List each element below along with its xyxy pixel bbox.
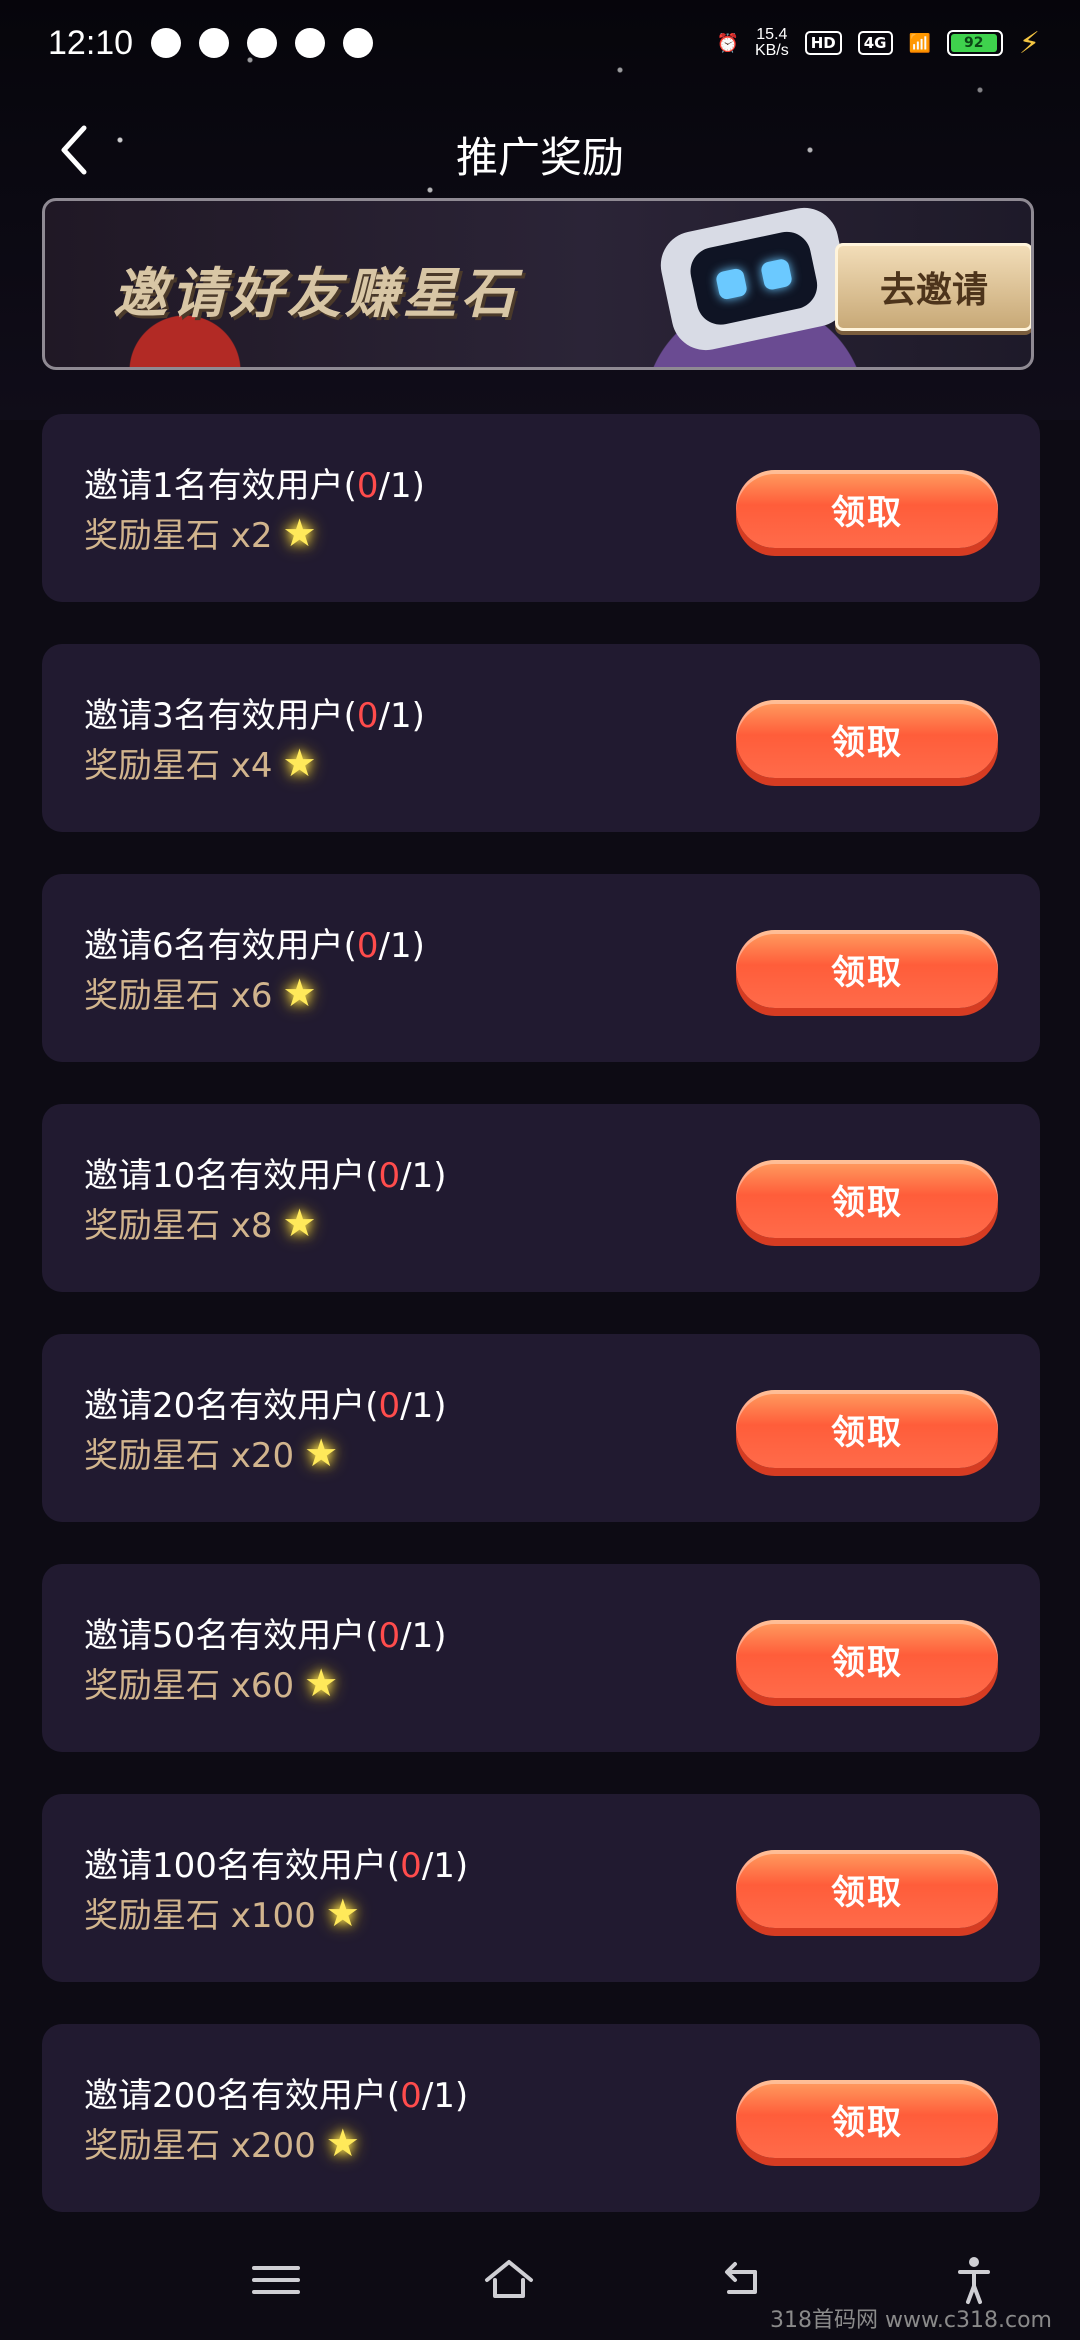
claim-button[interactable]: 领取 [736, 1160, 998, 1238]
wifi-icon: 📶 [908, 32, 931, 54]
task-title: 邀请20名有效用户(0/1) [84, 1386, 447, 1426]
home-icon[interactable] [473, 2244, 545, 2316]
check-icon [295, 28, 326, 58]
status-bar: 12:10 ⏰ 15.4 KB/s HD 4G 📶 92 ⚡ [0, 0, 1080, 86]
claim-button[interactable]: 领取 [736, 470, 998, 548]
reward-line: 奖励星石 x20 ★ [84, 1430, 339, 1477]
task-list: 邀请1名有效用户(0/1) 奖励星石 x2 ★ 领取 邀请3名有效用户(0/1) … [42, 414, 1040, 2254]
reward-line: 奖励星石 x60 ★ [84, 1660, 339, 1707]
task-title: 邀请6名有效用户(0/1) [84, 926, 425, 966]
reward-line: 奖励星石 x100 ★ [84, 1890, 360, 1937]
claim-button[interactable]: 领取 [736, 1620, 998, 1698]
robot-eye-right [759, 257, 794, 292]
time-text: 12:10 [48, 23, 134, 62]
group-icon [247, 28, 278, 58]
back-icon[interactable] [705, 2244, 777, 2316]
app-icon [199, 28, 230, 58]
status-left: 12:10 [48, 23, 374, 63]
menu-icon[interactable] [240, 2244, 312, 2316]
task-card-2: 邀请3名有效用户(0/1) 奖励星石 x4 ★ 领取 [42, 644, 1040, 832]
claim-button[interactable]: 领取 [736, 930, 998, 1008]
robot-eye-left [714, 267, 749, 301]
star-icon: ★ [304, 1430, 339, 1475]
signal-icon: 4G [857, 31, 893, 55]
hd-icon: HD [804, 31, 842, 55]
header: 推广奖励 [0, 100, 1080, 200]
task-card-4: 邀请10名有效用户(0/1) 奖励星石 x8 ★ 领取 [42, 1104, 1040, 1292]
banner-title: 邀请好友赚星石 [113, 262, 519, 325]
claim-button[interactable]: 领取 [736, 1850, 998, 1928]
claim-button[interactable]: 领取 [736, 700, 998, 778]
task-title: 邀请3名有效用户(0/1) [84, 696, 425, 736]
task-title: 邀请100名有效用户(0/1) [84, 1846, 469, 1886]
robot-face [686, 227, 822, 330]
status-right: ⏰ 15.4 KB/s HD 4G 📶 92 ⚡ [717, 26, 1040, 61]
battery-icon: 92 [946, 30, 1003, 56]
task-title: 邀请1名有效用户(0/1) [84, 466, 425, 506]
star-icon: ★ [282, 740, 317, 785]
star-icon: ★ [304, 1660, 339, 1705]
qq-icon [151, 28, 182, 58]
page-title: 推广奖励 [455, 133, 624, 182]
star-icon: ★ [282, 970, 317, 1015]
alarm-icon: ⏰ [716, 32, 739, 54]
invite-button[interactable]: 去邀请 [835, 243, 1031, 331]
claim-button[interactable]: 领取 [736, 2080, 998, 2158]
reward-line: 奖励星石 x6 ★ [84, 970, 317, 1017]
task-card-6: 邀请50名有效用户(0/1) 奖励星石 x60 ★ 领取 [42, 1564, 1040, 1752]
task-title: 邀请10名有效用户(0/1) [84, 1156, 447, 1196]
reward-line: 奖励星石 x200 ★ [84, 2120, 360, 2167]
reward-line: 奖励星石 x8 ★ [84, 1200, 317, 1247]
star-icon: ★ [282, 510, 317, 555]
claim-button[interactable]: 领取 [736, 1390, 998, 1468]
task-title: 邀请200名有效用户(0/1) [84, 2076, 469, 2116]
robot-illustration [654, 201, 856, 357]
charging-icon: ⚡ [1018, 25, 1040, 61]
task-card-1: 邀请1名有效用户(0/1) 奖励星石 x2 ★ 领取 [42, 414, 1040, 602]
star-icon: ★ [325, 2120, 360, 2165]
task-title: 邀请50名有效用户(0/1) [84, 1616, 447, 1656]
task-card-8: 邀请200名有效用户(0/1) 奖励星石 x200 ★ 领取 [42, 2024, 1040, 2212]
task-card-5: 邀请20名有效用户(0/1) 奖励星石 x20 ★ 领取 [42, 1334, 1040, 1522]
star-icon: ★ [325, 1890, 360, 1935]
watermark: 318首码网 www.c318.com [769, 2308, 1052, 2333]
payment-icon [343, 28, 374, 58]
task-card-7: 邀请100名有效用户(0/1) 奖励星石 x100 ★ 领取 [42, 1794, 1040, 1982]
reward-line: 奖励星石 x4 ★ [84, 740, 317, 787]
task-card-3: 邀请6名有效用户(0/1) 奖励星石 x6 ★ 领取 [42, 874, 1040, 1062]
star-icon: ★ [282, 1200, 317, 1245]
invite-banner[interactable]: 邀请好友赚星石 去邀请 [42, 198, 1034, 370]
network-speed: 15.4 KB/s [754, 26, 789, 59]
reward-line: 奖励星石 x2 ★ [84, 510, 317, 557]
